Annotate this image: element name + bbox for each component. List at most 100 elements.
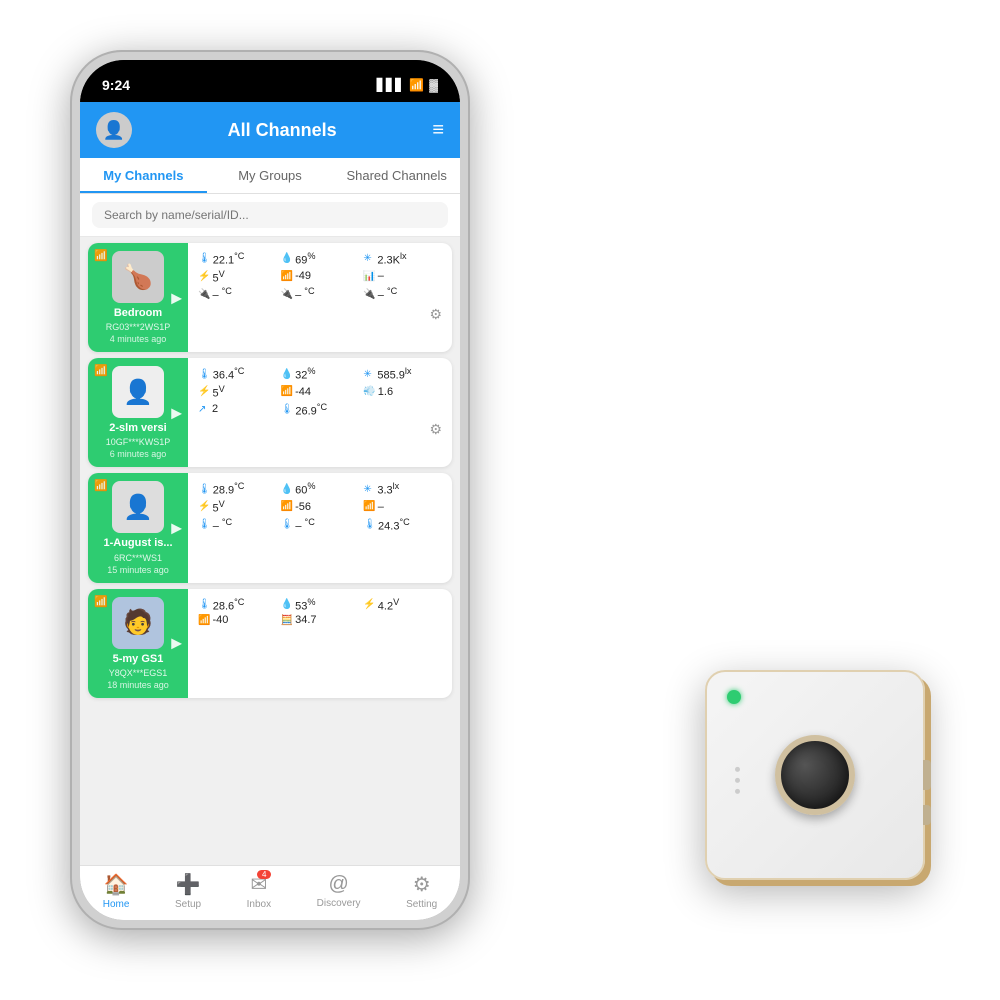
tab-shared-channels[interactable]: Shared Channels	[333, 158, 460, 193]
play-button-august[interactable]: ▶	[171, 519, 182, 536]
data-humidity: 💧69%	[281, 251, 360, 267]
play-button-slm[interactable]: ▶	[171, 404, 182, 421]
channel-avatar-bedroom: 🍗	[112, 251, 164, 303]
wifi-indicator: 📶	[94, 249, 108, 262]
device-lens	[775, 735, 855, 815]
probe4-icon: 🌡	[198, 519, 211, 530]
phone-screen: 9:24 ▋▋▋ 📶 ▓ 👤 All Channels ≡ My Ch	[80, 60, 460, 920]
channel-id-gs1: Y8QX***EGS1	[109, 668, 168, 678]
probe3-icon: 🔌	[363, 289, 375, 300]
probe5-icon: 🌡	[281, 519, 294, 530]
calc-icon: 🧮	[281, 615, 293, 626]
data-bar: 📊–	[363, 269, 442, 285]
channel-name-august: 1-August is...	[103, 537, 172, 550]
temp-icon4: 🌡	[198, 599, 211, 610]
device-dots	[735, 767, 740, 794]
wifi-indicator-gs1: 📶	[94, 595, 108, 608]
wind-icon: 💨	[363, 386, 375, 397]
channel-time-bedroom: 4 minutes ago	[110, 334, 167, 344]
channel-card-gs1[interactable]: 📶 🧑 5-my GS1 Y8QX***EGS1 18 minutes ago …	[88, 589, 452, 698]
device-led	[727, 690, 741, 704]
profile-avatar[interactable]: 👤	[96, 112, 132, 148]
inbox-icon: ✉4	[251, 872, 268, 897]
channel-left-august: 📶 👤 1-August is... 6RC***WS1 15 minutes …	[88, 473, 188, 582]
data-probe1: 🔌– °C	[198, 286, 277, 302]
nav-settings-label: Setting	[406, 899, 437, 910]
play-button-gs1[interactable]: ▶	[171, 635, 182, 652]
temp2-icon: 🌡	[281, 404, 294, 415]
search-input[interactable]	[92, 202, 448, 228]
nav-inbox[interactable]: ✉4 Inbox	[247, 872, 271, 910]
device-port-1	[923, 760, 931, 790]
humidity-icon4: 💧	[281, 599, 293, 610]
channel-time-gs1: 18 minutes ago	[107, 680, 169, 690]
channel-id-slm: 10GF***KWS1P	[106, 437, 171, 447]
app-screen: 👤 All Channels ≡ My Channels My Groups S…	[80, 102, 460, 920]
wifi-icon3: 📶	[363, 501, 375, 512]
channel-card-slm[interactable]: 📶 👤 2-slm versi 10GF***KWS1P 6 minutes a…	[88, 358, 452, 467]
status-time: 9:24	[102, 77, 130, 93]
channel-right-august: 🌡28.9°C 💧60% ✳3.3lx ⚡5V 📶-56 📶– 🌡– °C 🌡–…	[188, 473, 452, 582]
header-title: All Channels	[228, 120, 337, 141]
scene: 9:24 ▋▋▋ 📶 ▓ 👤 All Channels ≡ My Ch	[20, 20, 980, 980]
wifi-status-icon: 📶	[409, 78, 424, 92]
battery-icon: ▓	[429, 78, 438, 92]
signal-strength-icon: 📶	[281, 271, 293, 282]
inbox-badge: 4	[257, 870, 271, 879]
menu-icon[interactable]: ≡	[432, 119, 444, 142]
status-icons: ▋▋▋ 📶 ▓	[377, 78, 438, 92]
humidity-icon: 💧	[281, 253, 293, 264]
channel-left-gs1: 📶 🧑 5-my GS1 Y8QX***EGS1 18 minutes ago …	[88, 589, 188, 698]
nav-inbox-label: Inbox	[247, 899, 271, 910]
nav-home[interactable]: 🏠 Home	[103, 872, 130, 910]
search-bar	[80, 194, 460, 237]
device-dot-2	[735, 778, 740, 783]
probe2-icon: 🔌	[281, 289, 293, 300]
signal-icon: ▋▋▋	[377, 78, 405, 92]
nav-discovery-label: Discovery	[317, 898, 361, 909]
tab-my-groups[interactable]: My Groups	[207, 158, 334, 193]
voltage-icon: ⚡	[198, 271, 210, 282]
nav-setup-label: Setup	[175, 899, 201, 910]
channel-id-august: 6RC***WS1	[114, 553, 162, 563]
status-bar: 9:24 ▋▋▋ 📶 ▓	[80, 60, 460, 102]
data-grid-august: 🌡28.9°C 💧60% ✳3.3lx ⚡5V 📶-56 📶– 🌡– °C 🌡–…	[198, 481, 442, 532]
temp-icon: 🌡	[198, 253, 211, 264]
card-settings-slm[interactable]: ⚙	[198, 421, 442, 438]
light-icon3: ✳	[363, 484, 375, 495]
data-voltage: ⚡5V	[198, 269, 277, 285]
channel-avatar-august: 👤	[112, 481, 164, 533]
data-probe2: 🔌– °C	[281, 286, 360, 302]
temp-icon2: 🌡	[198, 369, 211, 380]
nav-discovery[interactable]: @ Discovery	[317, 873, 361, 909]
nav-home-label: Home	[103, 899, 130, 910]
device-dot-1	[735, 767, 740, 772]
nav-setup[interactable]: ➕ Setup	[175, 872, 201, 910]
settings-icon: ⚙	[413, 872, 431, 897]
wifi-indicator-august: 📶	[94, 479, 108, 492]
data-temp: 🌡22.1°C	[198, 251, 277, 267]
card-settings-bedroom[interactable]: ⚙	[198, 306, 442, 323]
home-icon: 🏠	[104, 872, 129, 897]
tab-my-channels[interactable]: My Channels	[80, 158, 207, 193]
channel-card-august[interactable]: 📶 👤 1-August is... 6RC***WS1 15 minutes …	[88, 473, 452, 582]
phone: 9:24 ▋▋▋ 📶 ▓ 👤 All Channels ≡ My Ch	[70, 50, 470, 930]
channel-avatar-slm: 👤	[112, 366, 164, 418]
humidity-icon3: 💧	[281, 484, 293, 495]
probe6-icon: 🌡	[363, 519, 376, 530]
data-probe3: 🔌– °C	[363, 286, 442, 302]
nav-settings[interactable]: ⚙ Setting	[406, 872, 437, 910]
channel-name-slm: 2-slm versi	[109, 422, 166, 435]
channel-list: 📶 🍗 Bedroom RG03***2WS1P 4 minutes ago ▶…	[80, 237, 460, 865]
humidity-icon2: 💧	[281, 369, 293, 380]
play-button-bedroom[interactable]: ▶	[171, 289, 182, 306]
discovery-icon: @	[328, 873, 348, 896]
channel-card-bedroom[interactable]: 📶 🍗 Bedroom RG03***2WS1P 4 minutes ago ▶…	[88, 243, 452, 352]
app-header: 👤 All Channels ≡	[80, 102, 460, 158]
channel-right-bedroom: 🌡22.1°C 💧69% ✳2.3Klx ⚡5V 📶-49 📊– 🔌– °C 🔌…	[188, 243, 452, 352]
channel-id-bedroom: RG03***2WS1P	[106, 322, 171, 332]
voltage-icon2: ⚡	[198, 386, 210, 397]
signal-icon4: 📶	[198, 615, 210, 626]
signal-icon3: 📶	[281, 501, 293, 512]
light-icon2: ✳	[363, 369, 375, 380]
